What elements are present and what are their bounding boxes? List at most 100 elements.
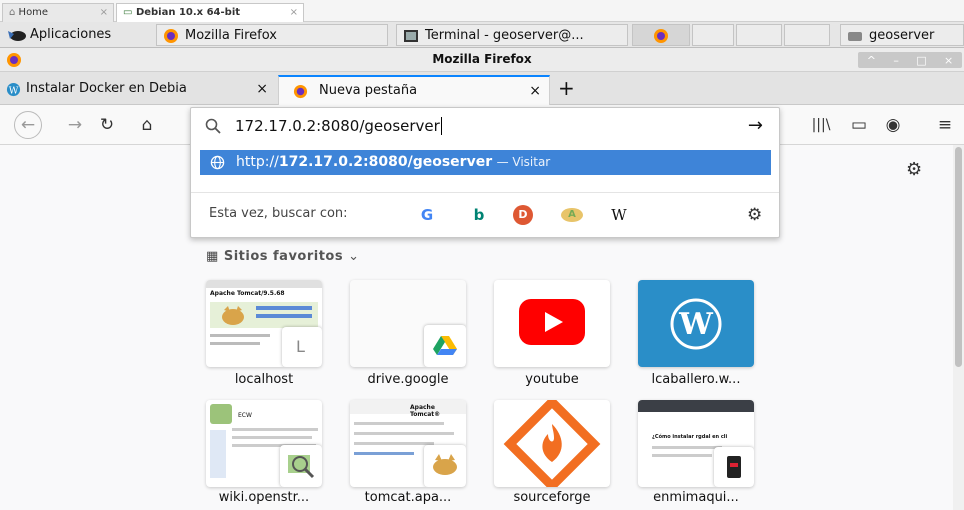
taskbar-empty-slot[interactable] [736,24,782,46]
topsite-label: wiki.openstr... [218,490,310,505]
topsites-heading-label: Sitios favoritos [223,249,344,264]
topsite-tile[interactable]: W [638,280,754,367]
close-window-button[interactable]: × [944,54,953,67]
url-suggestion-row[interactable]: http://172.17.0.2:8080/geoserver — Visit… [200,150,771,175]
taskbar-empty-slot[interactable] [784,24,830,46]
search-with-label: Esta vez, buscar con: [209,206,348,221]
close-icon[interactable]: × [100,4,108,22]
topsite-tile[interactable]: ¿Cómo instalar rgdal en cli [638,400,754,487]
vm-tab-label: Debian 10.x 64-bit [135,7,241,18]
window-title: Mozilla Firefox [432,52,532,66]
home-button[interactable]: ⌂ [134,112,160,138]
topsite-label: tomcat.apa... [364,490,452,505]
svg-text:W: W [678,307,714,342]
wikipedia-engine-icon[interactable]: W [609,205,629,225]
shade-button[interactable]: ^ [867,54,876,67]
topsite-label: enmimaqui... [653,490,739,505]
topsite-tile[interactable] [350,280,466,367]
reload-button[interactable]: ↻ [94,112,120,138]
favicon-box [424,445,466,487]
terminal-icon [404,30,418,42]
url-input-value: 172.17.0.2:8080/geoserver [235,117,440,135]
youtube-logo-icon [519,299,585,345]
taskbar-label: Terminal - geoserver@... [425,28,584,43]
topsite-tile[interactable]: Apache Tomcat® [350,400,466,487]
browser-tab-bar: W Instalar Docker en Debia × Nueva pesta… [0,72,964,105]
topsite-label: youtube [525,372,579,387]
topsite-tile[interactable] [494,400,610,487]
google-drive-icon [433,336,457,355]
taskbar-label: Mozilla Firefox [185,28,277,43]
grid-icon: ▦ [206,249,219,264]
pc-tower-icon [727,456,741,478]
page-scrollbar[interactable] [953,145,964,510]
vm-icon: ▭ [123,7,133,18]
hamburger-menu-icon: ≡ [937,115,953,135]
home-icon: ⌂ [9,7,16,18]
search-engines-row: Esta vez, buscar con: G b D A W ⚙ [191,192,779,236]
window-controls: ^ – □ × [858,52,962,68]
suggestion-action: — Visitar [496,155,551,169]
sidebar-button[interactable]: ▭ [846,112,872,138]
thumb-title: ECW [238,412,252,419]
vm-tab-debian[interactable]: ▭ Debian 10.x 64-bit × [116,3,304,22]
url-bar-popup: 172.17.0.2:8080/geoserver → http://172.1… [190,107,780,238]
tomcat-cat-icon [433,454,457,475]
close-tab-icon[interactable]: × [529,77,541,105]
vm-tab-home[interactable]: ⌂ Home × [2,3,114,22]
letter-l-icon: L [296,337,305,356]
new-tab-button[interactable]: + [558,76,575,100]
tab-label: Nueva pestaña [319,83,418,98]
taskbar-firefox-active-button[interactable] [632,24,690,46]
tab-nueva-pestana[interactable]: Nueva pestaña × [278,75,550,105]
topsite-label: sourceforge [513,490,591,505]
arrow-left-icon: ← [20,115,36,135]
duckduckgo-engine-icon[interactable]: D [513,205,533,225]
magnifier-map-icon [288,455,315,479]
topsite-tile[interactable]: Apache Tomcat/9.5.68 L [206,280,322,367]
topsite-tile[interactable] [494,280,610,367]
search-settings-gear-icon[interactable]: ⚙ [747,205,762,225]
tomcat-cat-icon [218,304,248,326]
taskbar-empty-slot[interactable] [692,24,734,46]
url-input[interactable]: 172.17.0.2:8080/geoserver → [191,108,779,144]
wordpress-icon: W [6,82,21,96]
google-engine-icon[interactable]: G [417,205,437,225]
back-button[interactable]: ← [14,111,42,139]
account-button[interactable]: ◉ [880,112,906,138]
vm-tab-label: Home [18,7,49,18]
maximize-button[interactable]: □ [916,54,926,67]
settings-gear-icon[interactable]: ⚙ [906,159,922,180]
firefox-icon [164,29,178,43]
topsite-tile[interactable]: ECW [206,400,322,487]
go-arrow-icon[interactable]: → [748,108,763,144]
minimize-button[interactable]: – [893,54,899,67]
close-icon[interactable]: × [290,4,298,22]
sourceforge-logo-icon [503,400,601,487]
taskbar-firefox-button[interactable]: Mozilla Firefox [156,24,388,46]
topsites-heading[interactable]: ▦ Sitios favoritos ⌄ [206,249,360,264]
menu-button[interactable]: ≡ [932,112,958,138]
window-titlebar: Mozilla Firefox ^ – □ × [0,48,964,72]
search-icon [205,118,221,134]
sidebar-icon: ▭ [850,115,868,135]
favicon-box [714,447,754,487]
taskbar-geoserver-button[interactable]: geoserver [840,24,964,46]
forward-button[interactable]: → [62,112,88,138]
thumb-title: Apache Tomcat® [410,404,441,418]
firefox-icon [293,84,308,99]
library-button[interactable]: |||\ [808,112,834,138]
amazon-engine-icon[interactable]: A [561,208,583,222]
tab-instalar-docker[interactable]: W Instalar Docker en Debia × [0,75,276,105]
globe-icon [210,155,225,170]
bing-engine-icon[interactable]: b [469,205,489,225]
svg-text:W: W [9,85,19,96]
close-tab-icon[interactable]: × [256,75,268,103]
applications-label: Aplicaciones [30,27,112,42]
taskbar-label: geoserver [869,28,935,43]
library-icon: |||\ [811,117,831,133]
applications-menu-button[interactable]: Aplicaciones [2,24,148,46]
taskbar-terminal-button[interactable]: Terminal - geoserver@... [396,24,628,46]
home-icon: ⌂ [141,115,153,135]
scrollbar-thumb[interactable] [955,147,962,367]
